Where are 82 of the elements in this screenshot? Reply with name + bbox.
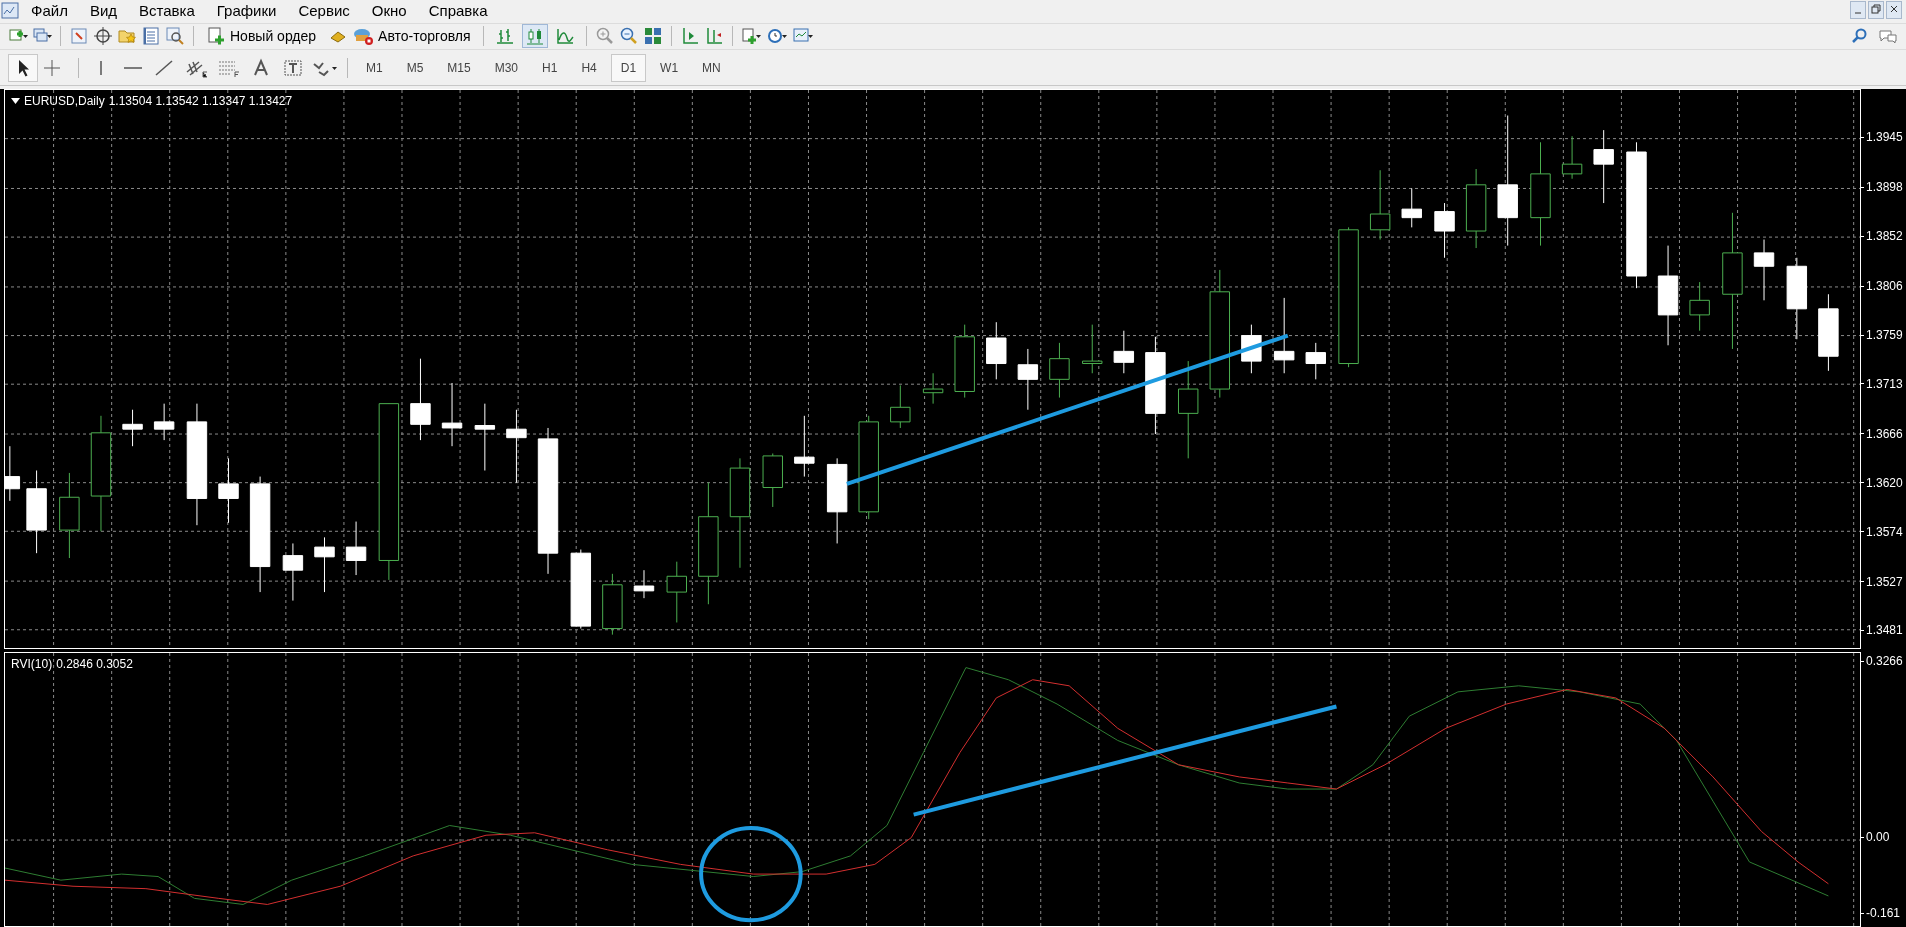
candlestick bbox=[794, 415, 815, 477]
add-indicator-icon[interactable] bbox=[740, 26, 763, 47]
axis-label: 1.3481 bbox=[1866, 622, 1903, 639]
axis-label: 1.3898 bbox=[1866, 179, 1903, 196]
new-order-button[interactable]: Новый ордер bbox=[202, 25, 321, 47]
candlestick bbox=[666, 560, 687, 623]
axis-label: 1.3574 bbox=[1866, 523, 1903, 540]
line-chart-icon bbox=[554, 26, 575, 47]
candlestick bbox=[1049, 342, 1070, 398]
market-watch-icon[interactable] bbox=[69, 26, 89, 47]
axis-label: 1.3713 bbox=[1866, 375, 1903, 392]
candlestick bbox=[218, 457, 239, 523]
candlestick bbox=[1241, 323, 1262, 374]
document-plus-icon bbox=[206, 26, 226, 47]
timeframe-button[interactable]: M5 bbox=[396, 53, 434, 82]
menu-item[interactable]: Файл bbox=[20, 0, 79, 23]
candlestick bbox=[314, 536, 335, 593]
chart-symbol: EURUSD,Daily bbox=[24, 92, 105, 110]
candlestick bbox=[1689, 281, 1710, 331]
autotrading-button[interactable]: Авто-торговля bbox=[324, 25, 475, 47]
timeframe-button[interactable]: H4 bbox=[571, 53, 607, 82]
candlestick bbox=[762, 452, 783, 508]
crosshair-icon[interactable] bbox=[93, 26, 113, 47]
candlestick bbox=[1434, 202, 1455, 258]
ohlc-values: 1.13504 1.13542 1.13347 1.13427 bbox=[108, 92, 293, 110]
candlestick bbox=[474, 402, 496, 471]
candlestick bbox=[890, 384, 911, 429]
indicator-name: RVI(10) bbox=[11, 655, 53, 673]
candles-chart-icon bbox=[524, 26, 545, 47]
candlestick bbox=[1369, 169, 1391, 240]
timeframe-button[interactable]: M1 bbox=[356, 53, 393, 82]
candlestick bbox=[986, 321, 1007, 380]
indicator-values: 0.2846 0.3052 bbox=[56, 655, 133, 673]
candlestick bbox=[1305, 342, 1326, 380]
candles-chart-button[interactable] bbox=[521, 24, 548, 49]
candlestick bbox=[153, 402, 175, 441]
triangle-icon[interactable] bbox=[11, 97, 20, 104]
axis-label: 1.3527 bbox=[1866, 573, 1903, 590]
axis-label: 0.00 bbox=[1866, 829, 1890, 846]
cursor-button[interactable] bbox=[8, 53, 38, 82]
timeframe-button[interactable]: W1 bbox=[650, 53, 689, 82]
candlestick bbox=[441, 382, 463, 447]
axis-label: 1.3759 bbox=[1866, 327, 1903, 344]
bars-chart-icon bbox=[494, 26, 515, 47]
axis-label: 0.3266 bbox=[1866, 653, 1903, 670]
menu-item[interactable]: Вставка bbox=[128, 0, 206, 23]
axis-label: 1.3945 bbox=[1866, 129, 1903, 146]
axis-label: 1.3666 bbox=[1866, 425, 1903, 442]
candlestick bbox=[1561, 135, 1583, 179]
menu-item[interactable]: Сервис bbox=[287, 0, 361, 23]
timeframe-button[interactable]: MN bbox=[692, 53, 731, 82]
candlestick bbox=[1113, 329, 1135, 374]
timeframe-button[interactable]: M15 bbox=[437, 53, 481, 82]
magnifier-icon[interactable] bbox=[165, 26, 185, 47]
close-icon[interactable] bbox=[1886, 1, 1902, 22]
timeframe-button[interactable]: H1 bbox=[532, 53, 568, 82]
tile-windows-icon[interactable] bbox=[642, 26, 663, 47]
candlestick bbox=[1082, 323, 1103, 374]
axis-label: 1.3806 bbox=[1866, 278, 1903, 295]
menu-item[interactable]: Графики bbox=[205, 0, 288, 23]
candlestick bbox=[1753, 238, 1775, 301]
candlestick bbox=[922, 372, 944, 404]
candlestick bbox=[1017, 348, 1039, 410]
candlestick bbox=[633, 569, 655, 599]
candlestick bbox=[282, 542, 304, 601]
menu-item[interactable]: Справка bbox=[417, 0, 499, 23]
menu-item[interactable]: Окно bbox=[360, 0, 418, 23]
candlestick bbox=[1401, 187, 1422, 228]
axis-label: 1.3620 bbox=[1866, 474, 1903, 491]
timeframe-button[interactable]: D1 bbox=[610, 53, 647, 82]
minimize-icon[interactable] bbox=[1850, 1, 1866, 22]
robot-stop-icon bbox=[352, 26, 375, 47]
app-icon[interactable] bbox=[0, 1, 20, 22]
axis-label: 1.3852 bbox=[1866, 228, 1903, 245]
candlestick bbox=[122, 408, 143, 447]
timeframe-button[interactable]: M30 bbox=[484, 53, 529, 82]
axis-label: -0.161 bbox=[1866, 905, 1901, 922]
list-icon[interactable] bbox=[141, 26, 161, 47]
candlestick bbox=[602, 573, 623, 635]
candlestick bbox=[345, 520, 367, 576]
menu-item[interactable]: Вид bbox=[78, 0, 129, 23]
restore-icon[interactable] bbox=[1868, 1, 1884, 22]
